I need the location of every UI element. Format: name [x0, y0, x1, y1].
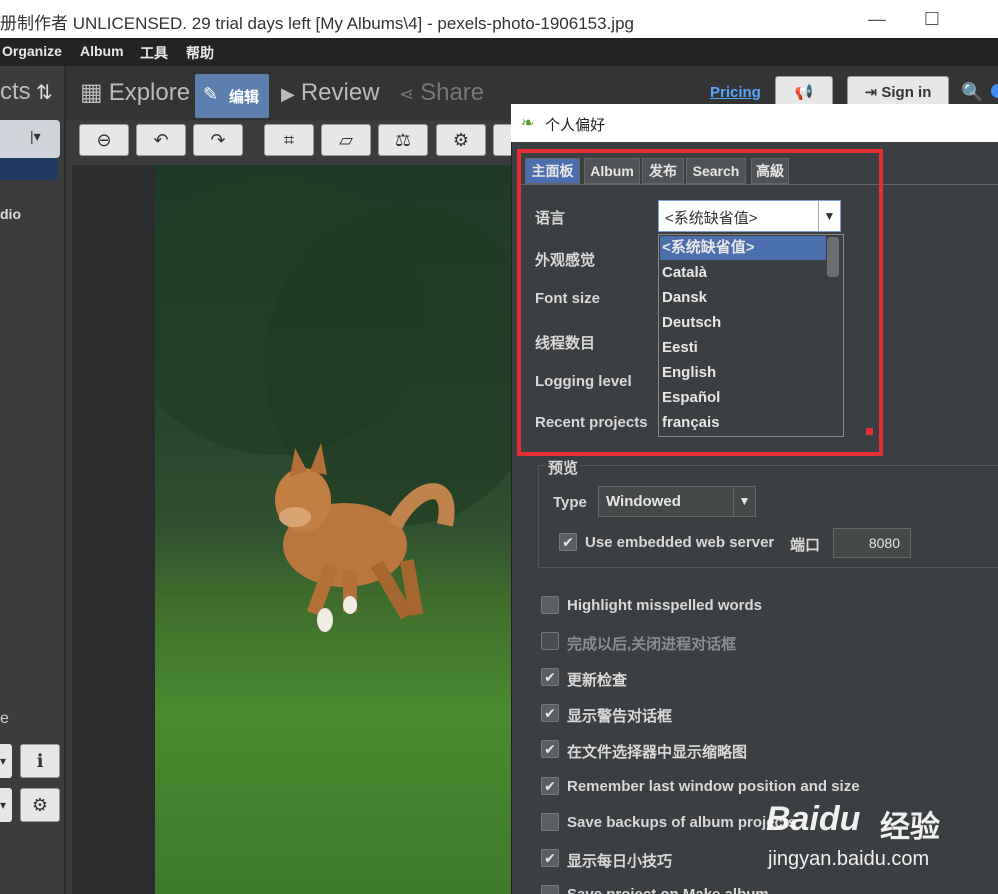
tab-share-label: Share	[420, 79, 485, 106]
preview-type-label: Type	[553, 494, 587, 511]
straighten-icon: ⚖	[394, 130, 412, 150]
tab-explore[interactable]: ▦ Explore	[80, 76, 190, 116]
port-input[interactable]: 8080	[833, 528, 911, 558]
checkbox[interactable]	[541, 813, 559, 831]
remove-button[interactable]: ⊖	[79, 124, 129, 156]
more-tools-button[interactable]	[493, 124, 513, 156]
checkbox[interactable]	[541, 885, 559, 894]
chevron-down-icon: |▾	[30, 128, 41, 144]
options-dropdown-button[interactable]: ▾	[0, 788, 12, 822]
rotate-right-button[interactable]: ↷	[193, 124, 243, 156]
maximize-button[interactable]: ☐	[917, 6, 947, 32]
embedded-server-checkbox[interactable]: ✔	[559, 533, 577, 551]
left-panel-item[interactable]: dio	[0, 206, 21, 222]
baidu-watermark: Baidu 经验 jingyan.baidu.com	[760, 780, 980, 880]
window-titlebar: 册制作者 UNLICENSED. 29 trial days left [My …	[0, 0, 998, 38]
checkbox	[541, 632, 559, 650]
dialog-title: 个人偏好	[545, 117, 606, 134]
minus-circle-icon: ⊖	[96, 130, 112, 150]
rotate-left-icon: ↶	[153, 130, 169, 150]
checkbox-label: 完成以后,关闭进程对话框	[567, 636, 737, 653]
gear-icon[interactable]: ⚙	[20, 788, 60, 822]
chevron-down-icon: ▼	[733, 487, 755, 516]
tab-explore-label: Explore	[108, 79, 191, 106]
app-logo-icon: ❧	[521, 115, 535, 132]
watermark-cn: 经验	[880, 811, 940, 844]
menu-organize[interactable]: Organize	[2, 43, 62, 59]
perspective-icon: ▱	[339, 130, 353, 150]
grid-icon: ▦	[80, 79, 103, 106]
rotate-right-icon: ↷	[210, 130, 226, 150]
selected-project-row[interactable]	[0, 158, 58, 180]
left-panel-header: cts	[0, 78, 31, 105]
annotation-highlight-box	[517, 149, 883, 456]
filter-dropdown-button[interactable]: ▾	[0, 744, 12, 778]
preview-type-value: Windowed	[606, 493, 681, 510]
menu-help[interactable]: 帮助	[186, 43, 214, 63]
minimize-button[interactable]: —	[862, 6, 892, 32]
watermark-url: jingyan.baidu.com	[768, 848, 930, 870]
checkbox[interactable]: ✔	[541, 740, 559, 758]
annotation-dot	[866, 428, 873, 435]
checkbox[interactable]: ✔	[541, 777, 559, 795]
tab-review-label: Review	[300, 79, 380, 106]
sign-in-label: Sign in	[881, 84, 932, 101]
pricing-link[interactable]: Pricing	[710, 84, 761, 101]
crop-button[interactable]: ⌗	[264, 124, 314, 156]
embedded-server-label: Use embedded web server	[585, 534, 775, 551]
menu-album[interactable]: Album	[80, 43, 124, 59]
user-avatar[interactable]	[991, 84, 998, 98]
port-label: 端口	[790, 537, 821, 554]
menu-tools[interactable]: 工具	[140, 43, 168, 63]
sign-in-icon: ⇥	[864, 84, 878, 101]
checkbox[interactable]	[541, 596, 559, 614]
play-icon: ▶	[281, 84, 295, 104]
photo-margin	[72, 165, 155, 894]
straighten-button[interactable]: ⚖	[378, 124, 428, 156]
tab-review[interactable]: ▶ Review	[281, 76, 380, 116]
tab-share[interactable]: ⋖ Share	[399, 76, 484, 116]
project-combo[interactable]: |▾	[0, 120, 60, 158]
checkbox-label: 更新检查	[567, 672, 628, 689]
sort-icon[interactable]: ⇅	[36, 80, 53, 105]
tab-edit[interactable]: ✎ 编辑	[195, 74, 269, 118]
perspective-button[interactable]: ▱	[321, 124, 371, 156]
gear-icon: ⚙	[452, 130, 470, 150]
share-icon: ⋖	[399, 84, 415, 104]
checkbox-label: 显示每日小技巧	[567, 853, 673, 870]
watermark-brand: Baidu	[766, 800, 861, 838]
checkbox-label: Save project on Make album	[567, 886, 769, 894]
checkbox[interactable]: ✔	[541, 849, 559, 867]
megaphone-icon: 📢	[794, 84, 814, 101]
search-icon[interactable]: 🔍	[961, 82, 983, 103]
checkbox-label: 在文件选择器中显示缩略图	[567, 744, 748, 761]
preview-group-title: 预览	[546, 457, 581, 478]
info-icon[interactable]: ℹ	[20, 744, 60, 778]
settings-button[interactable]: ⚙	[436, 124, 486, 156]
checkbox[interactable]: ✔	[541, 704, 559, 722]
window-title: 册制作者 UNLICENSED. 29 trial days left [My …	[0, 14, 634, 33]
left-panel-footer-text: e	[0, 710, 9, 727]
pencil-icon: ✎	[203, 84, 219, 104]
crop-icon: ⌗	[283, 130, 295, 150]
menubar: Organize Album 工具 帮助	[0, 38, 998, 66]
rotate-left-button[interactable]: ↶	[136, 124, 186, 156]
checkbox[interactable]: ✔	[541, 668, 559, 686]
left-panel: cts ⇅ |▾ dio e ▾ ℹ ▾ ⚙	[0, 66, 66, 894]
dialog-titlebar: ❧ 个人偏好	[511, 104, 998, 142]
preview-type-select[interactable]: Windowed ▼	[598, 486, 756, 517]
checkbox-label: 显示警告对话框	[567, 708, 673, 725]
photo-preview[interactable]	[155, 165, 515, 894]
dog-photo	[155, 175, 515, 632]
tab-edit-label: 编辑	[229, 89, 260, 106]
checkbox-label: Highlight misspelled words	[567, 597, 763, 614]
